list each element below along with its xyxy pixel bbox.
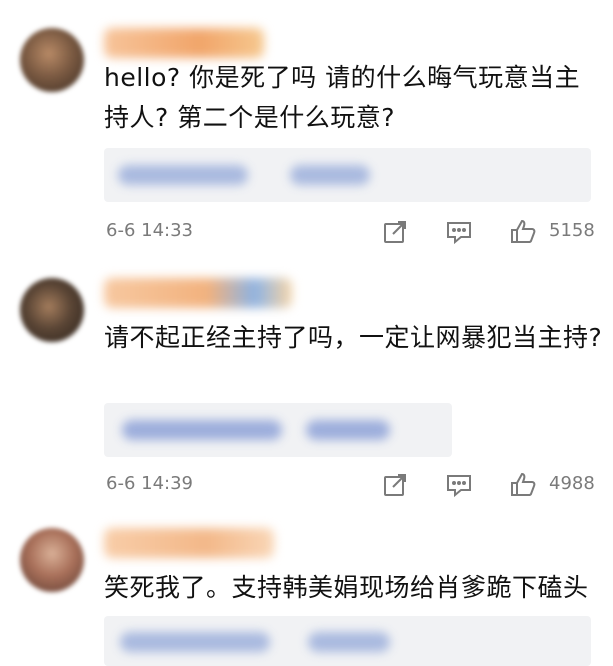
reply-blurred-text (122, 420, 282, 440)
comment-text: hello? 你是死了吗 请的什么晦气玩意当主持人? 第二个是什么玩意? (104, 63, 581, 132)
username-blurred[interactable] (104, 528, 274, 558)
comment-time: 6-6 14:33 (106, 220, 193, 241)
like-count: 5158 (549, 220, 595, 241)
comment-meta: 6-6 14:39 4988 (0, 465, 613, 505)
avatar[interactable] (20, 278, 84, 342)
reply-preview[interactable] (104, 148, 591, 202)
username-blurred[interactable] (104, 28, 264, 58)
comment-text: 笑死我了。支持韩美娟现场给肖爹跪下磕头 (104, 573, 589, 602)
like-count: 4988 (549, 473, 595, 494)
like-icon[interactable] (509, 471, 537, 499)
avatar[interactable] (20, 528, 84, 592)
comment-time: 6-6 14:39 (106, 473, 193, 494)
reply-preview[interactable] (104, 403, 452, 457)
avatar[interactable] (20, 28, 84, 92)
like-icon[interactable] (509, 218, 537, 246)
reply-blurred-text (308, 632, 390, 652)
reply-blurred-text (118, 165, 248, 185)
comment-meta: 6-6 14:33 5158 (0, 212, 613, 252)
comment-text: 请不起正经主持了吗，一定让网暴犯当主持? (104, 323, 603, 352)
username-blurred[interactable] (104, 278, 292, 308)
comment-icon[interactable] (445, 471, 473, 499)
reply-blurred-text (290, 165, 370, 185)
share-icon[interactable] (381, 218, 409, 246)
reply-blurred-text (120, 632, 270, 652)
reply-blurred-text (306, 420, 390, 440)
reply-preview[interactable] (104, 616, 591, 666)
comment-icon[interactable] (445, 218, 473, 246)
share-icon[interactable] (381, 471, 409, 499)
